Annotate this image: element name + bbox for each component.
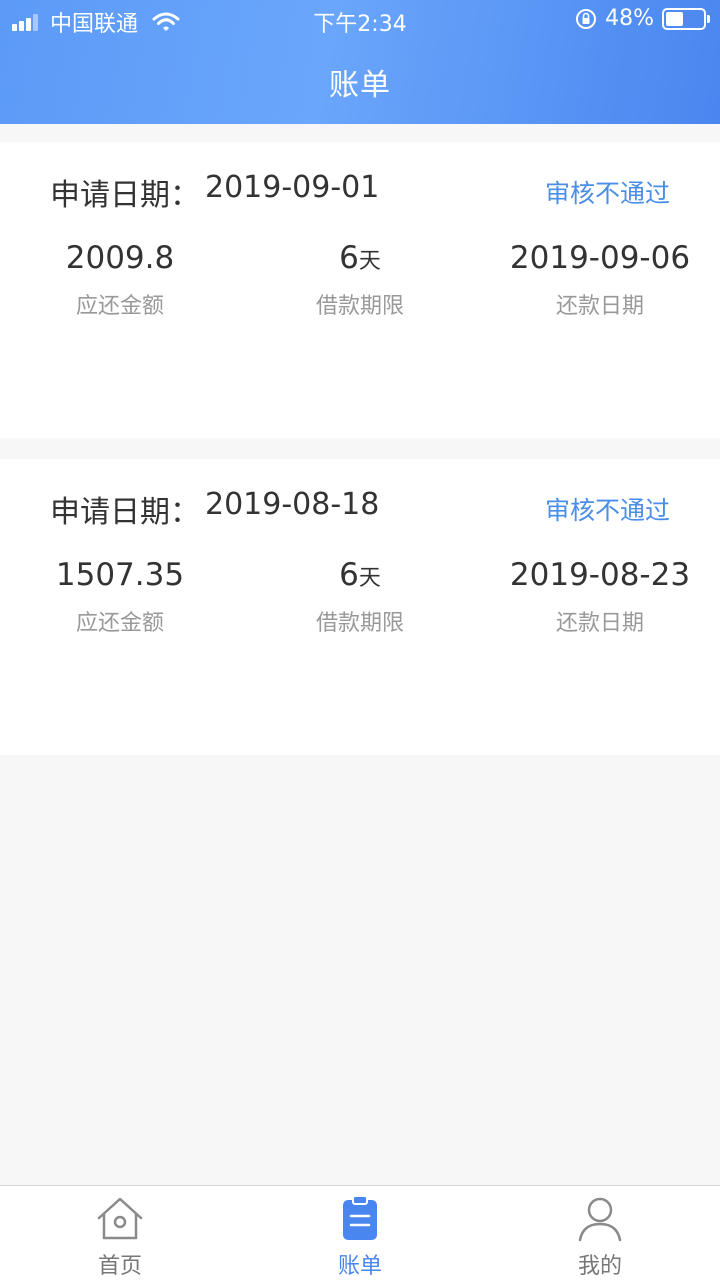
amount-value: 2009.8 (65, 240, 175, 276)
due-date-label: 还款日期 (555, 611, 644, 636)
apply-date-label: 申请日期： (50, 495, 200, 530)
term-unit: 天 (358, 249, 381, 274)
due-date-column: 2019-09-06 还款日期 (480, 238, 720, 320)
tab-me-label: 我的 (577, 1254, 622, 1279)
status-bar: 中国联通 下午2:34 48% (0, 0, 720, 40)
tab-bills-label: 账单 (337, 1254, 382, 1279)
bill-card[interactable]: 申请日期： 2019-08-18 审核不通过 1507.35 应还金额 6天 借… (0, 459, 720, 755)
home-icon (97, 1197, 143, 1240)
apply-date-label: 申请日期： (50, 178, 200, 213)
user-icon (578, 1197, 622, 1242)
rotation-lock-icon (576, 8, 597, 29)
tab-home[interactable]: 首页 (0, 1186, 240, 1280)
review-status: 审核不通过 (544, 496, 670, 525)
term-value: 6 (339, 557, 359, 593)
term-label: 借款期限 (315, 294, 404, 319)
amount-value: 1507.35 (55, 557, 185, 593)
amount-column: 2009.8 应还金额 (0, 238, 240, 320)
term-label: 借款期限 (315, 611, 404, 636)
apply-date-value: 2019-08-18 (205, 487, 380, 522)
page-title: 账单 (329, 68, 391, 103)
amount-column: 1507.35 应还金额 (0, 555, 240, 637)
due-date-label: 还款日期 (555, 294, 644, 319)
term-column: 6天 借款期限 (240, 238, 480, 320)
apply-date-value: 2019-09-01 (205, 170, 380, 205)
term-value: 6 (339, 240, 359, 276)
review-status: 审核不通过 (544, 179, 670, 208)
due-date-column: 2019-08-23 还款日期 (480, 555, 720, 637)
due-date-value: 2019-08-23 (509, 557, 691, 593)
app-header: 中国联通 下午2:34 48% 账单 (0, 0, 720, 124)
battery-percent: 48% (605, 6, 654, 31)
term-unit: 天 (358, 566, 381, 591)
tab-bills[interactable]: 账单 (240, 1186, 480, 1280)
term-column: 6天 借款期限 (240, 555, 480, 637)
tab-me[interactable]: 我的 (480, 1186, 720, 1280)
due-date-value: 2019-09-06 (509, 240, 691, 276)
amount-label: 应还金额 (75, 611, 164, 636)
amount-label: 应还金额 (75, 294, 164, 319)
tab-bar: 首页 账单 我的 (0, 1185, 720, 1280)
battery-icon (662, 7, 710, 30)
clipboard-icon (343, 1195, 377, 1240)
bill-card[interactable]: 申请日期： 2019-09-01 审核不通过 2009.8 应还金额 6天 借款… (0, 142, 720, 438)
tab-home-label: 首页 (97, 1254, 142, 1279)
